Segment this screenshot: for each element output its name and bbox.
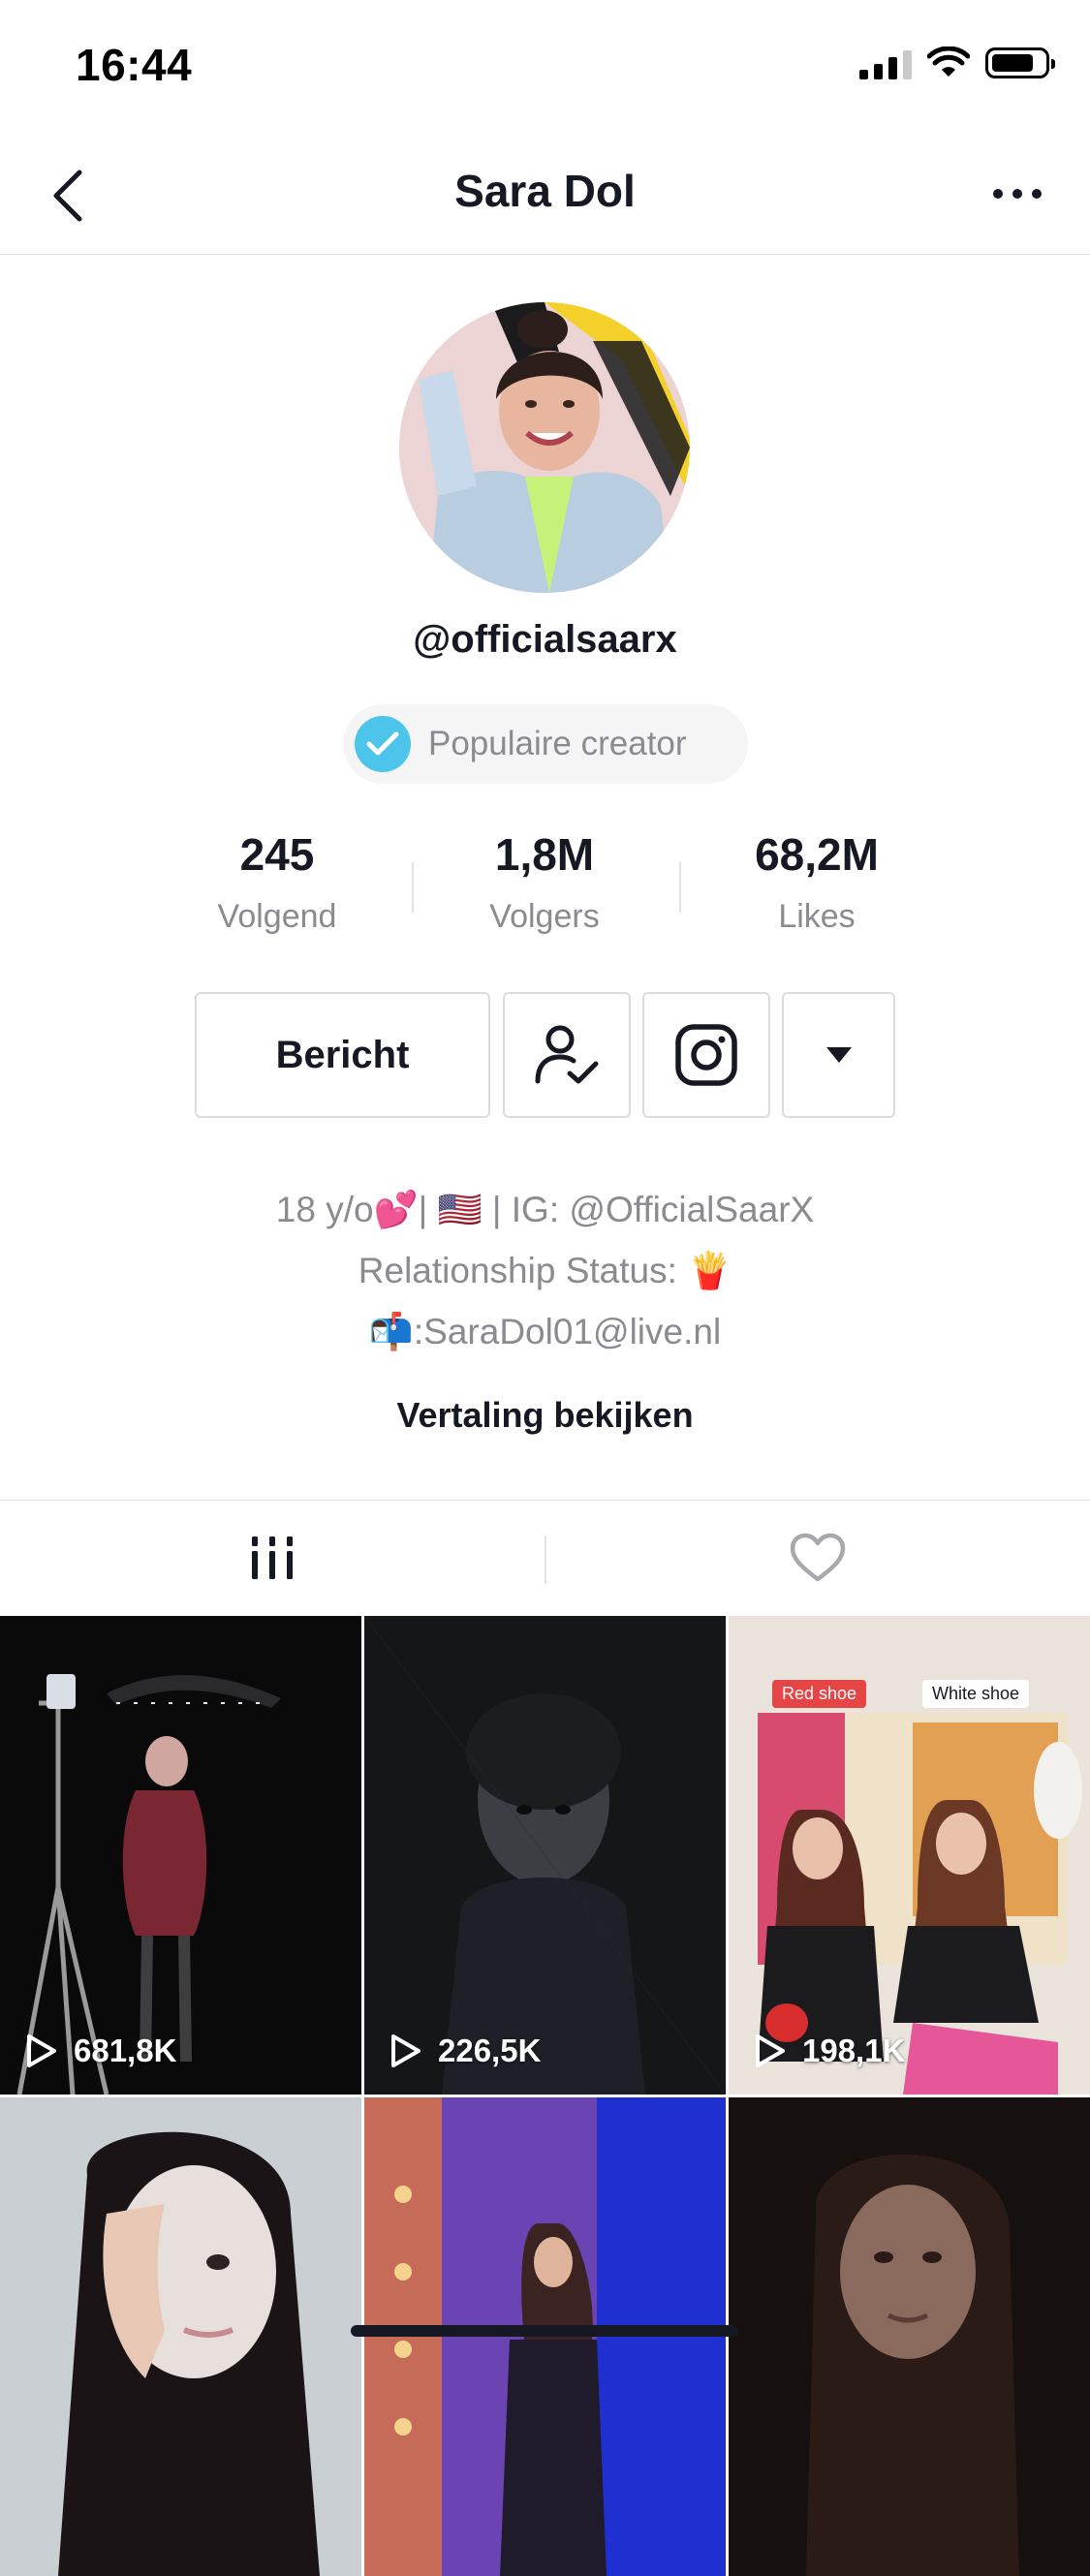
- view-count: 226,5K: [389, 2033, 541, 2069]
- bio-line: 📬:SaraDol01@live.nl: [368, 1312, 722, 1351]
- bio-line: 18 y/o💕| 🇺🇸 | IG: @OfficialSaarX: [275, 1190, 815, 1229]
- view-count: 198,1K: [754, 2033, 905, 2069]
- stat-label: Volgend: [217, 898, 337, 935]
- status-icons: [859, 47, 1055, 79]
- bio-line: Relationship Status: 🍟: [358, 1251, 732, 1290]
- battery-icon: [985, 47, 1055, 78]
- caret-down-icon: [825, 1047, 852, 1063]
- video-thumbnail[interactable]: 226,5K: [364, 1616, 726, 2095]
- play-icon: [756, 2034, 785, 2067]
- username: @officialsaarx: [413, 618, 677, 661]
- divider: [412, 862, 414, 913]
- tab-liked[interactable]: [545, 1501, 1090, 1615]
- video-grid: 681,8K 226,5K Red shoe White shoe 198,1K: [0, 1616, 1090, 2576]
- following-button[interactable]: [503, 992, 631, 1118]
- page-title: Sara Dol: [454, 166, 636, 216]
- content-tabs: [0, 1500, 1090, 1617]
- signal-icon: [859, 47, 912, 79]
- wifi-icon: [927, 47, 970, 77]
- video-thumbnail[interactable]: Red shoe White shoe 198,1K: [729, 1616, 1090, 2095]
- creator-badge: Populaire creator: [343, 704, 748, 784]
- stat-label: Likes: [778, 898, 856, 935]
- grid-columns-icon: [252, 1536, 293, 1579]
- more-options-button[interactable]: [983, 174, 1051, 213]
- play-icon: [27, 2034, 56, 2067]
- divider: [679, 862, 681, 913]
- video-thumbnail[interactable]: 681,8K: [0, 1616, 361, 2095]
- verified-check-icon: [355, 716, 411, 772]
- suggestions-dropdown-button[interactable]: [782, 992, 895, 1118]
- home-indicator: [351, 2325, 738, 2337]
- stat-likes[interactable]: 68,2M Likes: [710, 828, 923, 936]
- video-thumbnail[interactable]: [729, 2097, 1090, 2576]
- user-check-icon: [535, 1025, 599, 1084]
- video-tag-white: White shoe: [922, 1680, 1030, 1708]
- video-thumbnail[interactable]: [364, 2097, 726, 2576]
- see-translation-link[interactable]: Vertaling bekijken: [0, 1395, 1090, 1436]
- stat-following[interactable]: 245 Volgend: [171, 828, 384, 936]
- view-count: 681,8K: [25, 2033, 176, 2069]
- stat-followers[interactable]: 1,8M Volgers: [438, 828, 651, 936]
- view-count-label: 198,1K: [802, 2033, 906, 2068]
- stat-value: 1,8M: [494, 829, 595, 880]
- play-icon: [391, 2034, 420, 2067]
- instagram-button[interactable]: [642, 992, 770, 1118]
- stat-label: Volgers: [489, 898, 600, 935]
- video-thumbnail[interactable]: [0, 2097, 361, 2576]
- stat-value: 245: [239, 829, 315, 880]
- tab-videos[interactable]: [0, 1501, 545, 1615]
- nav-bar: Sara Dol: [0, 126, 1090, 255]
- heart-icon: [790, 1533, 846, 1582]
- view-count-label: 226,5K: [438, 2033, 542, 2068]
- badge-label: Populaire creator: [428, 725, 687, 762]
- avatar[interactable]: [399, 302, 690, 593]
- video-tag-red: Red shoe: [772, 1680, 867, 1708]
- instagram-icon: [675, 1024, 737, 1086]
- stat-value: 68,2M: [755, 829, 879, 880]
- status-time: 16:44: [76, 40, 193, 90]
- message-button[interactable]: Bericht: [195, 992, 490, 1118]
- view-count-label: 681,8K: [74, 2033, 177, 2068]
